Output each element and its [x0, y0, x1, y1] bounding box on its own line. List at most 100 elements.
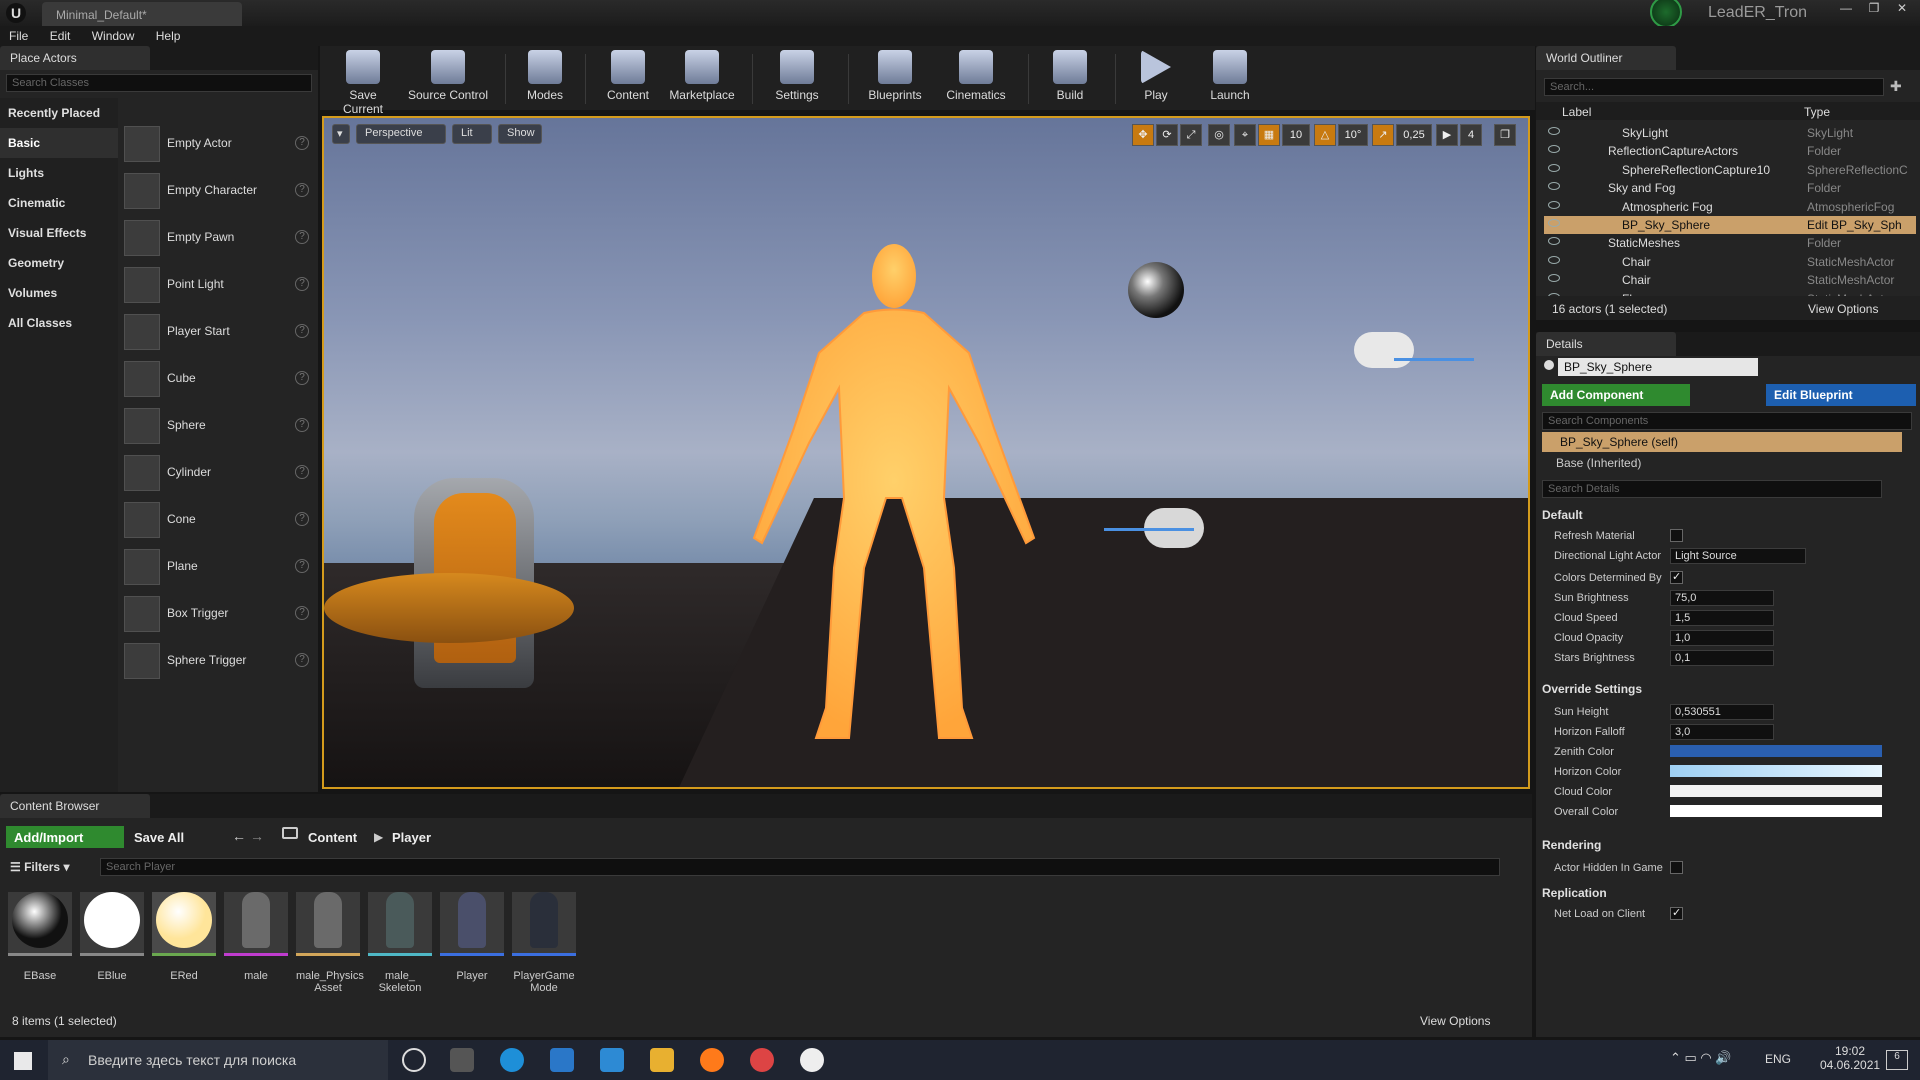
asset-tile[interactable]: EBlue — [80, 888, 144, 982]
actor-item[interactable]: Sphere Trigger? — [124, 639, 309, 683]
help-icon[interactable]: ? — [295, 653, 309, 667]
visibility-eye-icon[interactable] — [1548, 200, 1560, 209]
chrome-icon[interactable] — [750, 1048, 774, 1072]
outliner-row[interactable]: StaticMeshes Folder — [1544, 234, 1916, 252]
sun-height-field[interactable]: 0,530551 — [1670, 704, 1774, 720]
zenith-color-swatch[interactable] — [1670, 745, 1882, 757]
surface-snap-icon[interactable]: ⌖ — [1234, 124, 1256, 146]
outliner-row[interactable]: SphereReflectionCapture10 SphereReflectio… — [1544, 161, 1916, 179]
actor-item[interactable]: Box Trigger? — [124, 592, 309, 636]
scale-snap-icon[interactable]: ↗ — [1372, 124, 1394, 146]
sun-brightness-field[interactable]: 75,0 — [1670, 590, 1774, 606]
menu-file[interactable]: File — [0, 26, 37, 46]
net-load-checkbox[interactable] — [1670, 906, 1683, 920]
reflection-capture-sphere-icon[interactable] — [1128, 262, 1184, 318]
tab-content-browser[interactable]: Content Browser — [0, 794, 150, 818]
launch-button[interactable]: Launch — [1200, 50, 1260, 108]
category-visual-effects[interactable]: Visual Effects — [0, 218, 118, 248]
language-indicator[interactable]: ENG — [1765, 1052, 1791, 1066]
content-search-input[interactable]: Search Player — [100, 858, 1500, 876]
filters-button[interactable]: ☰ Filters ▾ — [10, 860, 69, 874]
help-icon[interactable]: ? — [295, 418, 309, 432]
save-current-button[interactable]: Save Current — [328, 50, 398, 116]
asset-tile[interactable]: male_ Skeleton — [368, 888, 432, 994]
document-tab[interactable]: Minimal_Default* — [42, 2, 242, 26]
category-all-classes[interactable]: All Classes — [0, 308, 118, 338]
unreal-engine-taskbar-icon[interactable] — [800, 1048, 824, 1072]
help-icon[interactable]: ? — [295, 183, 309, 197]
asset-tile[interactable]: male_Physics Asset — [296, 888, 364, 994]
cinematics-button[interactable]: Cinematics — [940, 50, 1012, 108]
store-icon[interactable] — [550, 1048, 574, 1072]
help-icon[interactable]: ? — [295, 230, 309, 244]
scale-tool-icon[interactable]: ⤢ — [1180, 124, 1202, 146]
forward-arrow-icon[interactable]: → — [250, 828, 264, 844]
breadcrumb-player[interactable]: Player — [392, 830, 431, 845]
level-viewport[interactable]: ▾ Perspective Lit Show ✥ ⟳ ⤢ ◎ ⌖ ▦ 10 △ … — [322, 116, 1530, 789]
marketplace-button[interactable]: Marketplace — [666, 50, 738, 108]
help-icon[interactable]: ? — [295, 606, 309, 620]
camera-speed-icon[interactable]: ▶ — [1436, 124, 1458, 146]
perspective-button[interactable]: Perspective — [356, 124, 446, 144]
outliner-view-options[interactable]: View Options — [1808, 302, 1878, 316]
mail-icon[interactable] — [600, 1048, 624, 1072]
taskbar-search-box[interactable]: ⌕ Введите здесь текст для поиска — [48, 1040, 388, 1080]
actor-item[interactable]: Cone? — [124, 498, 309, 542]
cloud-speed-field[interactable]: 1,5 — [1670, 610, 1774, 626]
col-label-header[interactable]: Label — [1562, 105, 1591, 119]
tab-world-outliner[interactable]: World Outliner — [1536, 46, 1676, 70]
category-recently-placed[interactable]: Recently Placed — [0, 98, 118, 128]
add-folder-icon[interactable]: ✚ — [1890, 78, 1910, 96]
visibility-eye-icon[interactable] — [1548, 127, 1560, 135]
back-arrow-icon[interactable]: ← — [232, 828, 246, 844]
outliner-row[interactable]: ReflectionCaptureActors Folder — [1544, 142, 1916, 160]
actor-item[interactable]: Plane? — [124, 545, 309, 589]
add-component-button[interactable]: Add Component — [1542, 384, 1690, 406]
search-classes-input[interactable]: Search Classes — [6, 74, 312, 92]
save-all-button[interactable]: Save All — [134, 830, 184, 845]
task-view-icon[interactable] — [450, 1048, 474, 1072]
help-icon[interactable]: ? — [295, 324, 309, 338]
camera-speed-value[interactable]: 4 — [1460, 124, 1482, 146]
visibility-eye-icon[interactable] — [1548, 145, 1560, 154]
asset-tile[interactable]: male — [224, 888, 288, 982]
actor-name-field[interactable]: BP_Sky_Sphere — [1558, 358, 1758, 376]
visibility-eye-icon[interactable] — [1548, 182, 1560, 191]
breadcrumb-content[interactable]: Content — [308, 830, 357, 845]
actor-hidden-checkbox[interactable] — [1670, 861, 1683, 874]
category-cinematic[interactable]: Cinematic — [0, 188, 118, 218]
file-explorer-icon[interactable] — [650, 1048, 674, 1072]
visibility-eye-icon[interactable] — [1548, 255, 1560, 264]
section-replication[interactable]: Replication — [1542, 886, 1607, 900]
outliner-row[interactable]: SkyLight SkyLight — [1544, 124, 1916, 142]
refresh-material-checkbox[interactable] — [1670, 529, 1683, 542]
content-view-options[interactable]: View Options — [1420, 1014, 1490, 1028]
help-icon[interactable]: ? — [295, 277, 309, 291]
asset-tile[interactable]: EBase — [8, 888, 72, 982]
system-tray-icons[interactable]: ⌃ ▭ ◠ 🔊 — [1670, 1050, 1732, 1066]
menu-edit[interactable]: Edit — [41, 26, 80, 46]
outliner-row[interactable]: Chair StaticMeshActor — [1544, 253, 1916, 271]
help-icon[interactable]: ? — [295, 559, 309, 573]
section-override[interactable]: Override Settings — [1542, 682, 1642, 696]
windows-start-icon[interactable] — [14, 1052, 32, 1070]
search-components-input[interactable]: Search Components — [1542, 412, 1912, 430]
category-geometry[interactable]: Geometry — [0, 248, 118, 278]
menu-window[interactable]: Window — [83, 26, 144, 46]
translate-tool-icon[interactable]: ✥ — [1132, 124, 1154, 146]
build-button[interactable]: Build — [1040, 50, 1100, 108]
section-rendering[interactable]: Rendering — [1542, 838, 1601, 852]
grid-snap-icon[interactable]: ▦ — [1258, 124, 1280, 146]
user-badge[interactable]: LeadER_Tron — [1650, 0, 1820, 28]
help-icon[interactable]: ? — [295, 512, 309, 526]
component-base-row[interactable]: Base (Inherited) — [1556, 456, 1641, 470]
edit-blueprint-button[interactable]: Edit Blueprint — [1766, 384, 1916, 406]
cloud-color-swatch[interactable] — [1670, 785, 1882, 797]
rotation-snap-value[interactable]: 10° — [1338, 124, 1368, 146]
visibility-eye-icon[interactable] — [1548, 163, 1560, 172]
visibility-eye-icon[interactable] — [1548, 219, 1560, 227]
visibility-eye-icon[interactable] — [1548, 274, 1560, 283]
horizon-falloff-field[interactable]: 3,0 — [1670, 724, 1774, 740]
grid-snap-value[interactable]: 10 — [1282, 124, 1310, 146]
search-details-input[interactable]: Search Details — [1542, 480, 1882, 498]
